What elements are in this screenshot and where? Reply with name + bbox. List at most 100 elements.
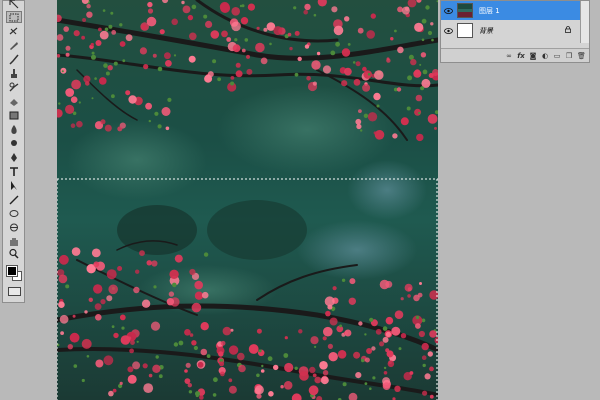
blossom (327, 343, 333, 349)
blossom (165, 60, 172, 67)
shape-tool-icon[interactable] (6, 193, 22, 205)
blossom (60, 331, 64, 335)
blossom (106, 269, 117, 280)
blossom (373, 92, 381, 101)
blossom (357, 27, 364, 34)
blossom (303, 9, 308, 15)
leaf (341, 278, 346, 282)
blur-tool-icon[interactable] (6, 123, 22, 135)
blossom (304, 44, 310, 49)
blossom (232, 44, 241, 53)
blossom (231, 21, 241, 32)
history-brush-tool-icon[interactable] (6, 81, 22, 93)
type-tool-icon[interactable] (6, 165, 22, 177)
blossom (108, 284, 118, 295)
layer-row-background[interactable]: 背景 (441, 21, 589, 40)
blossom (414, 22, 424, 32)
lasso-tool-icon[interactable] (6, 25, 22, 37)
leaf (119, 23, 123, 27)
blossom (421, 342, 429, 351)
blossom (332, 286, 337, 291)
blossom (143, 64, 149, 70)
blossom (58, 274, 68, 284)
blossom (143, 383, 154, 393)
blossom (246, 68, 253, 75)
brush-tool-icon[interactable] (6, 53, 22, 65)
leaf (206, 354, 211, 358)
new-group-icon[interactable]: ▭ (553, 52, 561, 60)
eye-icon[interactable] (441, 1, 455, 20)
path-selection-tool-icon[interactable] (6, 179, 22, 191)
blossom (287, 32, 292, 37)
dodge-tool-icon[interactable] (6, 137, 22, 149)
blossom (135, 269, 140, 274)
lock-icon (565, 26, 571, 35)
delete-layer-icon[interactable]: 🗑 (577, 52, 586, 60)
blossom (390, 37, 394, 41)
pen-tool-icon[interactable] (6, 151, 22, 163)
blossom (88, 297, 93, 302)
blossom (387, 360, 395, 368)
3d-rotate-tool-icon[interactable] (6, 207, 22, 219)
adjustment-layer-icon[interactable]: ◐ (541, 52, 549, 60)
blossom (146, 260, 152, 266)
leaf (422, 69, 428, 75)
new-layer-icon[interactable]: ❒ (565, 52, 573, 60)
blossom (429, 366, 434, 372)
blossom (191, 340, 197, 346)
blossom (289, 46, 293, 51)
blossom (226, 37, 232, 42)
zoom-tool-icon[interactable] (6, 247, 22, 259)
leaf (347, 43, 351, 46)
document-canvas[interactable] (57, 0, 438, 400)
blossom (314, 376, 322, 384)
eye-icon[interactable] (441, 21, 455, 40)
leaf (91, 51, 95, 55)
blossom (125, 34, 133, 42)
quick-selection-tool-icon[interactable] (6, 39, 22, 51)
blossom (67, 344, 73, 350)
eraser-tool-icon[interactable] (6, 95, 22, 107)
blossom (99, 30, 109, 40)
default-colors-icon[interactable] (7, 259, 17, 275)
blossom (112, 388, 117, 393)
move-tool-icon[interactable] (6, 0, 22, 10)
leaf (313, 13, 317, 17)
blossom (362, 83, 371, 92)
blossom (329, 317, 338, 326)
blossom (413, 69, 422, 78)
blossom (373, 131, 377, 135)
blossom (93, 261, 100, 268)
layer-row-layer-1[interactable]: 图层 1 (441, 1, 589, 20)
blossom (72, 314, 76, 318)
blossom (120, 335, 131, 345)
marquee-tool-icon[interactable] (6, 11, 22, 23)
clone-stamp-tool-icon[interactable] (6, 67, 22, 79)
foreground-color-swatch[interactable] (6, 265, 18, 277)
blossom (379, 341, 385, 347)
blossom (294, 30, 300, 36)
blossom (146, 16, 157, 27)
blossom (189, 32, 197, 41)
blossom (104, 124, 112, 132)
fx-icon[interactable]: fx (517, 52, 525, 60)
leaf (339, 324, 342, 328)
blossom (344, 329, 352, 337)
blossom (327, 304, 333, 310)
gradient-tool-icon[interactable] (6, 109, 22, 121)
blossom (370, 13, 376, 19)
leaf (104, 27, 109, 32)
hand-tool-icon[interactable] (6, 235, 22, 247)
3d-orbit-tool-icon[interactable] (6, 221, 22, 233)
link-layers-icon[interactable]: ∞ (505, 52, 513, 60)
leaf (419, 63, 422, 66)
blossom (413, 294, 420, 302)
add-mask-icon[interactable]: ◙ (529, 52, 537, 60)
blossom (119, 381, 123, 385)
leaf (420, 86, 425, 91)
leaf (352, 61, 356, 64)
layers-scrollbar[interactable] (580, 1, 589, 43)
blossom (142, 363, 148, 369)
quick-mask-button[interactable] (8, 287, 21, 296)
blossom (323, 326, 333, 337)
